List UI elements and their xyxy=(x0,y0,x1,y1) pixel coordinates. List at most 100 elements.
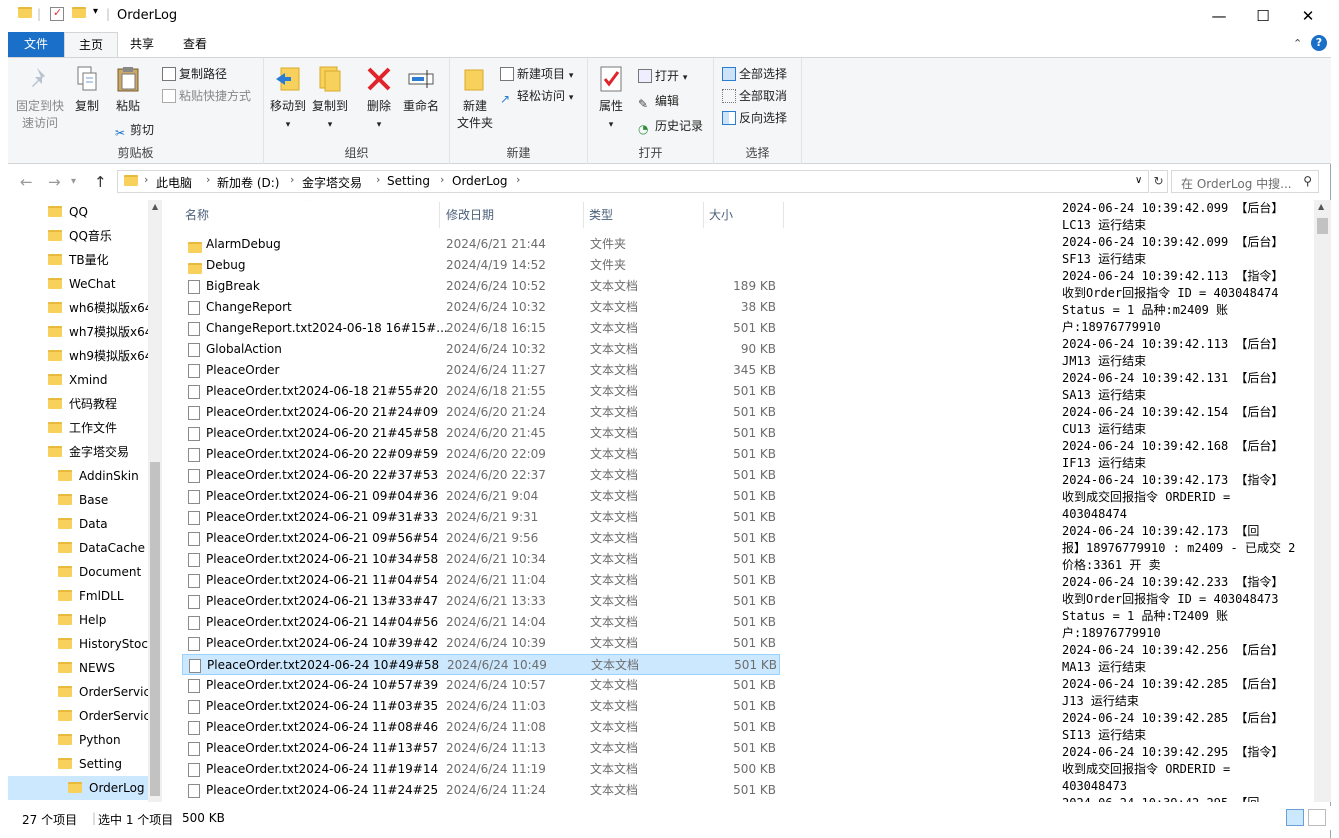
table-row[interactable]: PleaceOrder.txt2024-06-24 10#39#42 2024/6… xyxy=(182,633,780,654)
cut-button[interactable]: ✂ 剪切 xyxy=(113,122,154,140)
sidebar-item[interactable]: Help xyxy=(8,608,148,632)
copy-button[interactable]: 复制 xyxy=(70,64,104,115)
table-row[interactable]: PleaceOrder.txt2024-06-24 10#57#39 2024/6… xyxy=(182,675,780,696)
sidebar-item[interactable]: wh9模拟版x64 xyxy=(8,344,152,368)
sidebar-item[interactable]: Setting xyxy=(8,752,148,776)
sidebar-item[interactable]: 代码教程 xyxy=(8,392,148,416)
table-row[interactable]: GlobalAction 2024/6/24 10:32 文本文档 90 KB xyxy=(182,339,780,360)
sidebar-item[interactable]: AddinSkin xyxy=(8,464,148,488)
table-row[interactable]: ChangeReport 2024/6/24 10:32 文本文档 38 KB xyxy=(182,297,780,318)
chevron-up-icon[interactable]: ⌃ xyxy=(1293,37,1302,50)
sidebar-item[interactable]: Document xyxy=(8,560,148,584)
sidebar-item[interactable]: Xmind xyxy=(8,368,148,392)
sidebar-item[interactable]: wh7模拟版x64 xyxy=(8,320,152,344)
table-row[interactable]: PleaceOrder 2024/6/24 11:27 文本文档 345 KB xyxy=(182,360,780,381)
table-row[interactable]: PleaceOrder.txt2024-06-20 21#45#58 2024/6… xyxy=(182,423,780,444)
table-row[interactable]: PleaceOrder.txt2024-06-24 11#13#57 2024/6… xyxy=(182,738,780,759)
sidebar-item[interactable]: OrderService xyxy=(8,704,157,728)
table-row[interactable]: PleaceOrder.txt2024-06-20 22#37#53 2024/6… xyxy=(182,465,780,486)
sidebar-item[interactable]: Data xyxy=(8,512,148,536)
breadcrumb-setting[interactable]: Setting xyxy=(387,174,430,188)
table-row[interactable]: AlarmDebug 2024/6/21 21:44 文件夹 xyxy=(182,234,780,255)
sidebar-item[interactable]: NEWS xyxy=(8,656,148,680)
sidebar-item[interactable]: WeChat xyxy=(8,272,148,296)
sidebar-item[interactable]: FmlDLL xyxy=(8,584,148,608)
table-row[interactable]: PleaceOrder.txt2024-06-21 09#31#33 2024/6… xyxy=(182,507,780,528)
quick-access-dropdown-icon[interactable]: ▾ xyxy=(93,6,98,17)
sidebar-item[interactable]: DataCache xyxy=(8,536,148,560)
table-row[interactable]: PleaceOrder.txt2024-06-21 09#04#36 2024/6… xyxy=(182,486,780,507)
sidebar-scroll-thumb[interactable] xyxy=(150,462,160,796)
forward-arrow-icon[interactable]: → xyxy=(48,173,61,191)
properties-button[interactable]: 属性 ▾ xyxy=(594,64,628,134)
tab-home[interactable]: 主页 xyxy=(64,32,119,57)
copy-path-button[interactable]: 复制路径 xyxy=(162,66,227,82)
sidebar-scrollbar[interactable]: ▲ xyxy=(148,200,162,802)
table-row[interactable]: PleaceOrder.txt2024-06-21 09#56#54 2024/6… xyxy=(182,528,780,549)
breadcrumb-pyramid[interactable]: 金字塔交易 xyxy=(302,174,362,191)
delete-button[interactable]: 删除 ▾ xyxy=(362,64,396,134)
column-header-type[interactable]: 类型 xyxy=(589,206,613,223)
large-icons-view-icon[interactable] xyxy=(1308,809,1326,826)
rename-button[interactable]: 重命名 xyxy=(400,64,442,115)
close-button[interactable]: ✕ xyxy=(1285,0,1331,31)
breadcrumb-orderlog[interactable]: OrderLog xyxy=(452,174,508,188)
sidebar-item[interactable]: Base xyxy=(8,488,148,512)
sidebar-item[interactable]: HistoryStock xyxy=(8,632,155,656)
log-scrollbar[interactable]: ▲ xyxy=(1314,200,1331,802)
table-row[interactable]: Debug 2024/4/19 14:52 文件夹 xyxy=(182,255,780,276)
help-icon[interactable]: ? xyxy=(1311,35,1327,51)
open-button[interactable]: 打开 ▾ xyxy=(638,68,687,86)
table-row[interactable]: PleaceOrder.txt2024-06-18 21#55#20 2024/6… xyxy=(182,381,780,402)
table-row[interactable]: PleaceOrder.txt2024-06-21 14#04#56 2024/6… xyxy=(182,612,780,633)
new-folder-quick-icon[interactable] xyxy=(72,7,86,21)
paste-shortcut-button[interactable]: 粘贴快捷方式 xyxy=(162,88,251,104)
pin-quick-access-button[interactable]: 固定到快 速访问 xyxy=(14,64,66,132)
breadcrumb-drive[interactable]: 新加卷 (D:) xyxy=(217,174,279,191)
breadcrumb-this-pc[interactable]: 此电脑 xyxy=(156,174,192,191)
table-row[interactable]: ChangeReport.txt2024-06-18 16#15#... 2024… xyxy=(182,318,780,339)
sidebar-item[interactable]: TB量化 xyxy=(8,248,148,272)
select-all-button[interactable]: 全部选择 xyxy=(722,66,787,82)
sidebar-item[interactable]: Python xyxy=(8,728,148,752)
sidebar-item[interactable]: OrderLog xyxy=(8,776,148,800)
table-row[interactable]: PleaceOrder.txt2024-06-24 10#49#58 2024/6… xyxy=(182,654,780,675)
sidebar-item[interactable]: wh6模拟版x64 xyxy=(8,296,152,320)
table-row[interactable]: BigBreak 2024/6/24 10:52 文本文档 189 KB xyxy=(182,276,780,297)
column-header-size[interactable]: 大小 xyxy=(709,206,733,223)
tab-file[interactable]: 文件 xyxy=(8,32,65,57)
sidebar-item[interactable]: QQ xyxy=(8,200,148,224)
invert-selection-button[interactable]: 反向选择 xyxy=(722,110,787,126)
refresh-icon[interactable]: ↻ xyxy=(1150,170,1168,193)
table-row[interactable]: PleaceOrder.txt2024-06-24 11#19#14 2024/6… xyxy=(182,759,780,780)
details-view-icon[interactable] xyxy=(1286,809,1304,826)
select-none-button[interactable]: 全部取消 xyxy=(722,88,787,104)
sidebar-item[interactable]: 金字塔交易 xyxy=(8,440,148,464)
table-row[interactable]: PleaceOrder.txt2024-06-21 11#04#54 2024/6… xyxy=(182,570,780,591)
maximize-button[interactable]: ☐ xyxy=(1240,0,1286,31)
tab-share[interactable]: 共享 xyxy=(116,32,168,57)
tab-view[interactable]: 查看 xyxy=(169,32,221,57)
copy-to-button[interactable]: 复制到 ▾ xyxy=(310,64,350,134)
minimize-button[interactable]: — xyxy=(1196,0,1242,31)
log-scroll-thumb[interactable] xyxy=(1317,218,1328,234)
properties-icon[interactable]: ✓ xyxy=(50,6,64,21)
table-row[interactable]: PleaceOrder.txt2024-06-24 11#08#46 2024/6… xyxy=(182,717,780,738)
up-arrow-icon[interactable]: ↑ xyxy=(94,173,107,191)
history-button[interactable]: ◔ 历史记录 xyxy=(638,118,703,136)
new-item-button[interactable]: 新建项目 ▾ xyxy=(500,66,573,84)
sidebar-item[interactable]: QQ音乐 xyxy=(8,224,148,248)
column-header-name[interactable]: 名称 xyxy=(185,206,209,223)
table-row[interactable]: PleaceOrder.txt2024-06-21 13#33#47 2024/6… xyxy=(182,591,780,612)
easy-access-button[interactable]: ↗ 轻松访问 ▾ xyxy=(500,88,573,106)
table-row[interactable]: PleaceOrder.txt2024-06-20 22#09#59 2024/6… xyxy=(182,444,780,465)
move-to-button[interactable]: 移动到 ▾ xyxy=(268,64,308,134)
search-input[interactable]: 在 OrderLog 中搜... xyxy=(1181,175,1292,192)
table-row[interactable]: PleaceOrder.txt2024-06-24 11#24#25 2024/6… xyxy=(182,780,780,801)
address-dropdown-icon[interactable]: ∨ xyxy=(1135,175,1142,186)
table-row[interactable]: PleaceOrder.txt2024-06-24 11#03#35 2024/6… xyxy=(182,696,780,717)
search-icon[interactable]: ⚲ xyxy=(1303,174,1312,188)
sidebar-item[interactable]: OrderService xyxy=(8,680,157,704)
sidebar-item[interactable]: 工作文件 xyxy=(8,416,148,440)
table-row[interactable]: PleaceOrder.txt2024-06-21 10#34#58 2024/6… xyxy=(182,549,780,570)
